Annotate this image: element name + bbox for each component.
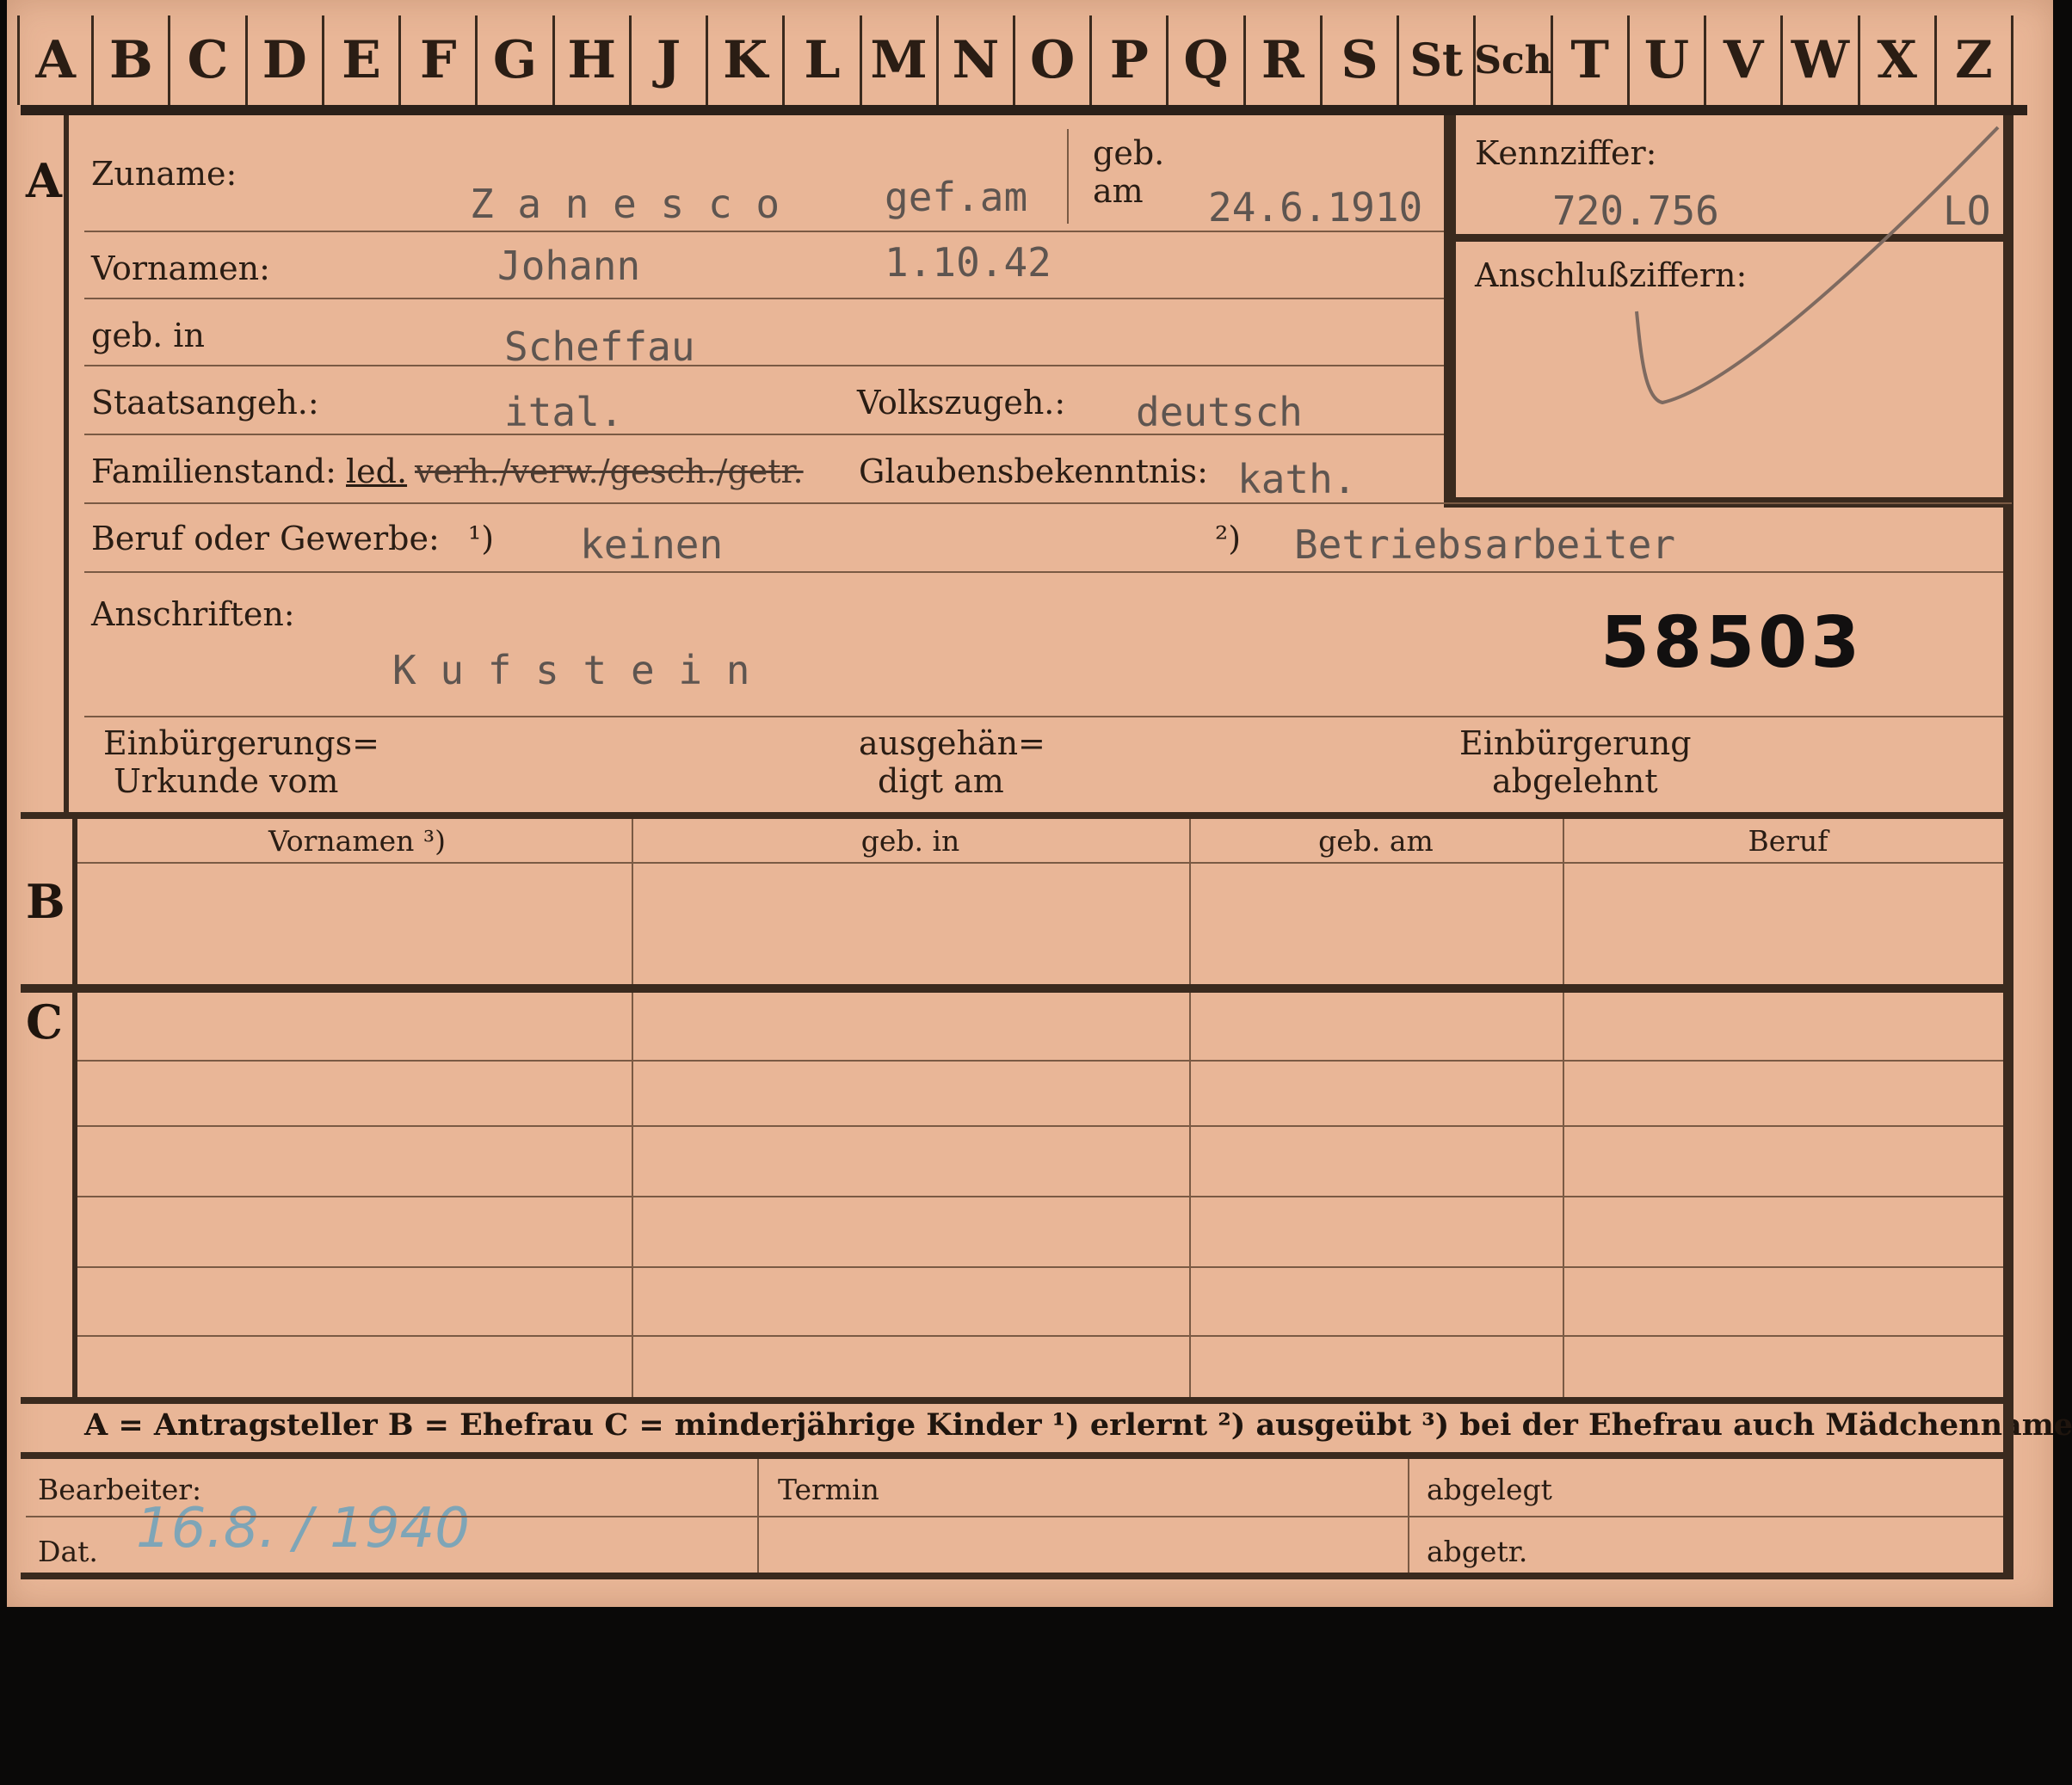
beruf-label: Beruf oder Gewerbe: xyxy=(91,520,440,557)
beruf-erlernt-value: keinen xyxy=(580,521,724,568)
staatsangeh-label: Staatsangeh.: xyxy=(91,384,319,422)
alphabet-tab: T xyxy=(1553,15,1630,105)
alphabet-tab: K xyxy=(708,15,786,105)
alphabet-tab: G xyxy=(478,15,555,105)
alphabet-tab: X xyxy=(1860,15,1937,105)
ausgehaendigt-label-2: digt am xyxy=(878,762,1004,800)
einbuergerung-abgelehnt-label-1: Einbürgerung xyxy=(1459,724,1692,762)
section-b-letter: B xyxy=(26,874,65,929)
alphabet-tab: V xyxy=(1706,15,1784,105)
alphabet-tab: D xyxy=(248,15,324,105)
section-a-letter: A xyxy=(26,153,62,208)
geb-am-value: 24.6.1910 xyxy=(1208,184,1423,231)
beruf-note-1: ¹) xyxy=(468,520,495,557)
alphabet-tab: Z xyxy=(1937,15,2013,105)
geb-in-label: geb. in xyxy=(91,317,205,354)
alphabet-tab: S xyxy=(1323,15,1400,105)
ausgehaendigt-label-1: ausgehän= xyxy=(859,724,1045,762)
geb-in-value: Scheffau xyxy=(504,323,695,370)
file-number: 58503 xyxy=(1600,602,1864,684)
gef-date-value: 1.10.42 xyxy=(885,239,1051,286)
alphabet-tab: C xyxy=(170,15,248,105)
alphabet-tab: U xyxy=(1630,15,1707,105)
alphabet-tab: Sch xyxy=(1474,15,1553,105)
alphabet-tab: R xyxy=(1246,15,1323,105)
beruf-ausgeuebt-value: Betriebsarbeiter xyxy=(1294,521,1676,568)
check-mark-icon xyxy=(1635,126,2000,405)
beruf-note-2: ²) xyxy=(1215,520,1242,557)
einbuergerung-abgelehnt-label-2: abgelehnt xyxy=(1492,762,1658,800)
staatsangeh-value: ital. xyxy=(504,389,624,435)
alphabet-tab: E xyxy=(324,15,402,105)
alphabet-tab: St xyxy=(1399,15,1477,105)
volkszugeh-value: deutsch xyxy=(1136,389,1303,435)
familienstand-struck-options: verh./verw./gesch./getr. xyxy=(415,452,804,490)
alphabet-tab: J xyxy=(632,15,709,105)
alphabet-tab-strip: A B C D E F G H J K L M N O P Q R S St Sch T U V W X Z xyxy=(17,15,2013,105)
abgelegt-label: abgelegt xyxy=(1427,1473,1552,1506)
familienstand-label: Familienstand: xyxy=(91,452,336,490)
zuname-label: Zuname: xyxy=(91,155,237,193)
legend-text: A = Antragsteller B = Ehefrau C = minder… xyxy=(84,1407,2072,1443)
anschrift-value: K u f s t e i n xyxy=(392,647,750,693)
dat-handwritten-value: 16.8. / 1940 xyxy=(136,1497,470,1560)
einbuergerungs-label-1: Einbürgerungs= xyxy=(103,724,379,762)
volkszugeh-label: Volkszugeh.: xyxy=(857,384,1066,422)
termin-label: Termin xyxy=(778,1473,879,1506)
alphabet-tab: O xyxy=(1015,15,1093,105)
col-header-beruf: Beruf xyxy=(1748,824,1828,858)
index-card: A B C D E F G H J K L M N O P Q R S St Sch T U V W X Z A Zuname: … xyxy=(7,0,2072,1607)
col-header-geb-in: geb. in xyxy=(860,824,960,858)
zuname-value: Z a n e s c o xyxy=(470,181,780,227)
alphabet-tab: P xyxy=(1092,15,1169,105)
anschriften-label: Anschriften: xyxy=(91,595,295,633)
dat-label: Dat. xyxy=(38,1535,98,1568)
glaubensbekenntnis-value: kath. xyxy=(1237,456,1357,502)
alphabet-tab: F xyxy=(401,15,478,105)
abgetr-label: abgetr. xyxy=(1427,1535,1528,1568)
geb-am-label: geb. xyxy=(1093,134,1165,172)
gef-am-value: gef.am xyxy=(885,174,1028,220)
familienstand-led: led. xyxy=(346,452,408,490)
geb-am-label-2: am xyxy=(1093,172,1144,210)
col-header-vornamen: Vornamen ³) xyxy=(268,824,447,858)
alphabet-tab: M xyxy=(862,15,939,105)
vornamen-label: Vornamen: xyxy=(91,249,270,287)
alphabet-tab: L xyxy=(785,15,862,105)
einbuergerungs-label-2: Urkunde vom xyxy=(114,762,339,800)
glaubensbekenntnis-label: Glaubensbekenntnis: xyxy=(859,452,1208,490)
alphabet-tab: W xyxy=(1783,15,1860,105)
alphabet-tab: N xyxy=(939,15,1015,105)
alphabet-tab: B xyxy=(94,15,171,105)
vornamen-value: Johann xyxy=(497,243,641,289)
alphabet-tab: H xyxy=(555,15,632,105)
col-header-geb-am: geb. am xyxy=(1318,824,1434,858)
alphabet-tab: A xyxy=(17,15,95,105)
alphabet-tab: Q xyxy=(1169,15,1246,105)
section-c-letter: C xyxy=(26,994,63,1049)
